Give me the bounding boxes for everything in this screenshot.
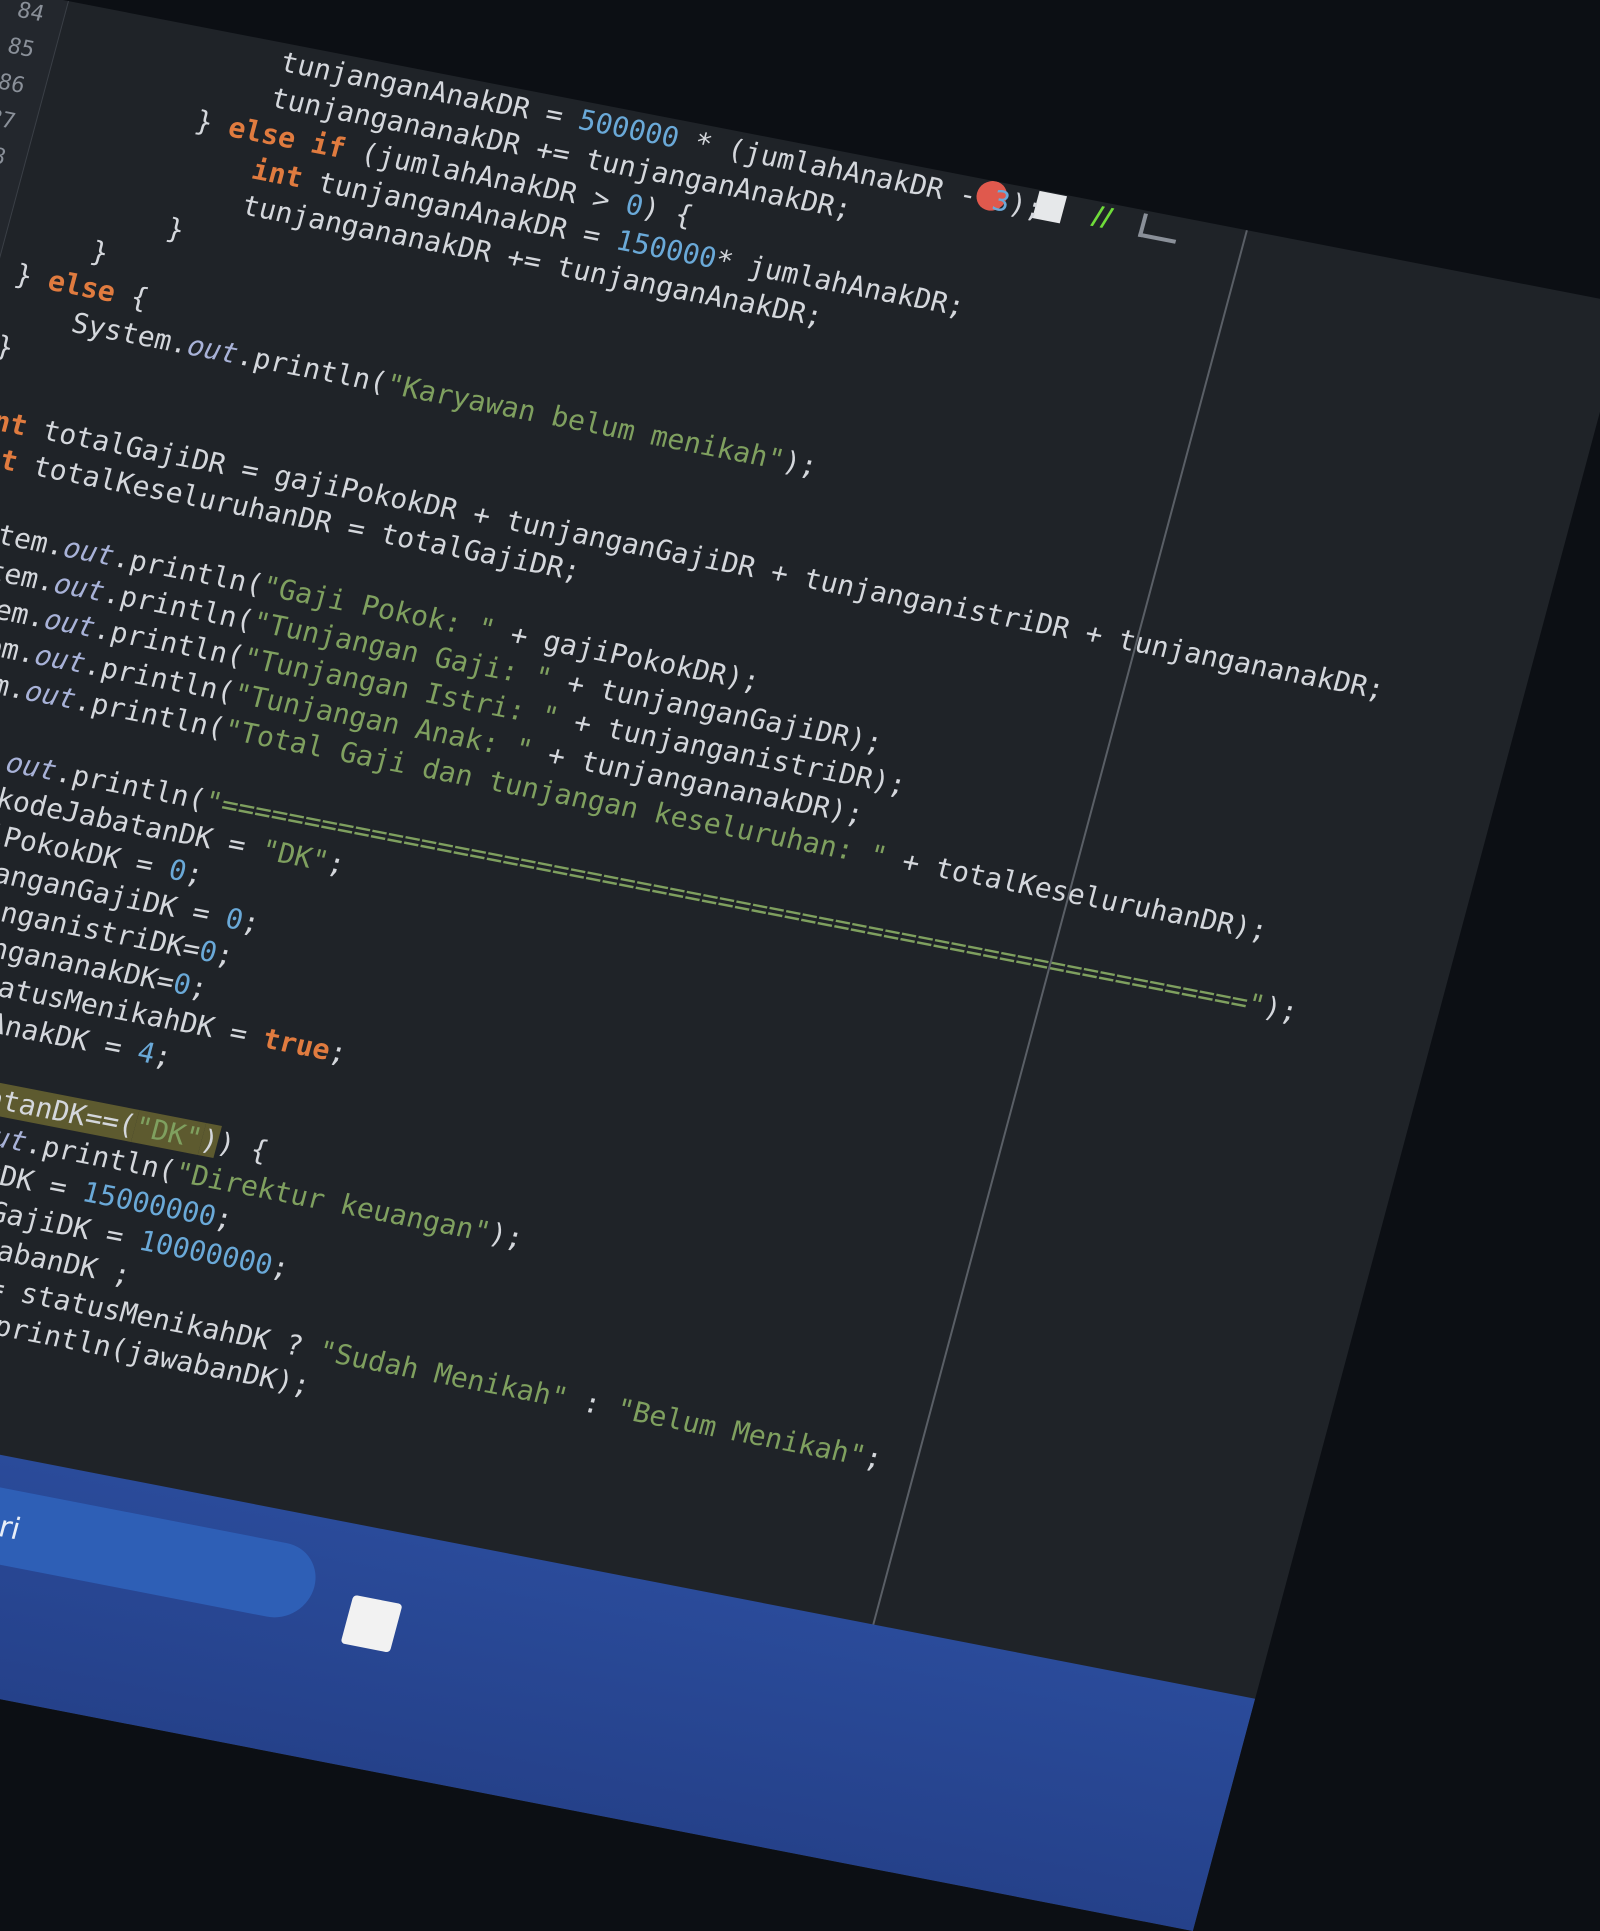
- code-token: }: [0, 329, 18, 365]
- code-token: :: [562, 1382, 622, 1425]
- code-token: out: [183, 328, 242, 371]
- code-token: );: [779, 444, 822, 483]
- code-token: out: [21, 674, 80, 716]
- code-editor[interactable]: tunjanganAnakDR = 500000 * (jumlahAnakDR…: [0, 5, 1600, 1709]
- app-icon[interactable]: [340, 1594, 403, 1653]
- code-token: );: [1260, 990, 1302, 1029]
- ide-window: 84858687888990919293 // tunjanganAnakDR …: [0, 0, 1600, 1931]
- code-token: );: [485, 1216, 528, 1256]
- code-token: );: [1005, 186, 1047, 226]
- search-placeholder: Cari: [0, 1501, 25, 1547]
- code-token: {: [110, 276, 153, 316]
